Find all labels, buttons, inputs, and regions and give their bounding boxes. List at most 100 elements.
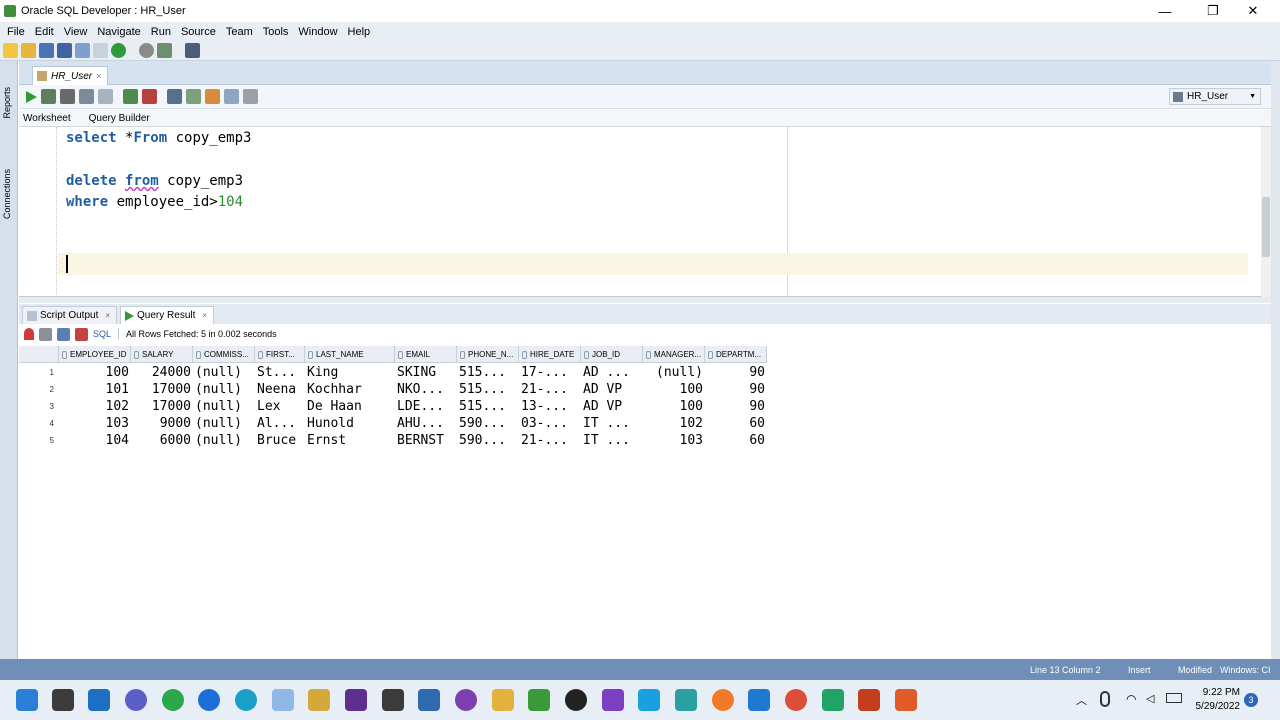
app-icon[interactable] [418, 689, 440, 711]
save-all-icon[interactable] [57, 43, 72, 58]
app-icon[interactable] [675, 689, 697, 711]
sql-editor[interactable]: select *From copy_emp3 delete from copy_… [19, 127, 1261, 297]
sql-tuning-advisor-icon[interactable] [243, 89, 258, 104]
pane-splitter[interactable] [19, 297, 1271, 303]
column-header[interactable]: LAST_NAME [305, 346, 395, 363]
scrollbar-thumb[interactable] [1262, 197, 1270, 257]
connections-tab[interactable]: Connections [2, 169, 16, 219]
minimize-button[interactable]: — [1142, 0, 1188, 22]
reports-tab[interactable]: Reports [2, 87, 16, 119]
print-icon[interactable] [39, 327, 52, 341]
table-row[interactable]: 5 104 6000 (null) Bruce Ernst BERNST 590… [19, 432, 767, 449]
clear-eraser-icon[interactable] [205, 89, 220, 104]
system-clock[interactable]: 9:22 PM 5/29/2022 [1188, 686, 1241, 714]
sql-button[interactable]: SQL [93, 329, 111, 339]
task-view-icon[interactable] [52, 689, 74, 711]
battery-icon[interactable] [1166, 693, 1182, 703]
postman-icon[interactable] [712, 689, 734, 711]
chrome-icon[interactable] [785, 689, 807, 711]
column-header[interactable]: EMAIL [395, 346, 457, 363]
column-header[interactable]: COMMISS... [193, 346, 255, 363]
menu-view[interactable]: View [59, 26, 93, 38]
chevron-up-icon[interactable]: ︿ [1076, 692, 1087, 708]
menu-edit[interactable]: Edit [30, 26, 59, 38]
column-header[interactable]: DEPARTM... [705, 346, 767, 363]
menu-help[interactable]: Help [343, 26, 376, 38]
tab-query-builder[interactable]: Query Builder [85, 113, 164, 124]
table-row[interactable]: 2 101 17000 (null) Neena Kochhar NKO... … [19, 381, 767, 398]
cancel-icon[interactable] [75, 327, 88, 341]
back-icon[interactable] [139, 43, 154, 58]
tab-query-result[interactable]: Query Result × [120, 306, 215, 324]
run-script-icon[interactable] [41, 89, 56, 104]
microphone-icon[interactable] [1100, 691, 1110, 707]
doc-tab-close-icon[interactable]: × [96, 71, 101, 81]
debug-icon[interactable] [157, 43, 172, 58]
sql-tuning-icon[interactable] [98, 89, 113, 104]
menu-window[interactable]: Window [293, 26, 342, 38]
redo-icon[interactable] [93, 43, 108, 58]
maps-icon[interactable] [198, 689, 220, 711]
connection-selector[interactable]: HR_User ▼ [1169, 88, 1261, 105]
menu-source[interactable]: Source [176, 26, 221, 38]
app-icon[interactable] [382, 689, 404, 711]
commit-icon[interactable] [123, 89, 138, 104]
binoculars-icon[interactable] [185, 43, 200, 58]
close-button[interactable]: ✕ [1230, 0, 1276, 22]
autotrace-icon[interactable] [60, 89, 75, 104]
column-header[interactable]: FIRST... [255, 346, 305, 363]
table-row[interactable]: 3 102 17000 (null) Lex De Haan LDE... 51… [19, 398, 767, 415]
column-header[interactable]: SALARY [131, 346, 193, 363]
forward-icon[interactable] [111, 43, 126, 58]
pin-icon[interactable] [24, 328, 34, 340]
file-explorer-icon[interactable] [492, 689, 514, 711]
history-icon[interactable] [224, 89, 239, 104]
new-icon[interactable] [3, 43, 18, 58]
app-icon[interactable] [895, 689, 917, 711]
menu-tools[interactable]: Tools [258, 26, 294, 38]
undo-icon[interactable] [75, 43, 90, 58]
notification-badge[interactable]: 3 [1244, 693, 1258, 707]
close-icon[interactable]: × [105, 311, 110, 320]
column-header[interactable]: MANAGER... [643, 346, 705, 363]
sql-developer-taskbar-icon[interactable] [272, 689, 294, 711]
volume-icon[interactable]: ◁ [1146, 692, 1154, 705]
visual-studio-icon[interactable] [602, 689, 624, 711]
wifi-icon[interactable]: ◠ [1126, 692, 1136, 706]
column-header[interactable]: EMPLOYEE_ID [59, 346, 131, 363]
refresh-icon[interactable] [57, 327, 70, 341]
column-header[interactable]: PHONE_N... [457, 346, 519, 363]
menu-run[interactable]: Run [146, 26, 176, 38]
powerpoint-icon[interactable] [858, 689, 880, 711]
column-header[interactable]: HIRE_DATE [519, 346, 581, 363]
app-icon[interactable] [345, 689, 367, 711]
column-header[interactable]: JOB_ID [581, 346, 643, 363]
table-row[interactable]: 1 100 24000 (null) St... King SKING 515.… [19, 364, 767, 381]
windows-start-icon[interactable] [16, 689, 38, 711]
menu-navigate[interactable]: Navigate [92, 26, 145, 38]
table-row[interactable]: 4 103 9000 (null) Al... Hunold AHU... 59… [19, 415, 767, 432]
vscode-icon[interactable] [748, 689, 770, 711]
doc-tab-hr-user[interactable]: HR_User × [32, 66, 108, 85]
close-icon[interactable]: × [202, 311, 207, 320]
app-icon[interactable] [455, 689, 477, 711]
app-icon[interactable] [162, 689, 184, 711]
run-statement-icon[interactable] [26, 90, 37, 103]
app-icon[interactable] [822, 689, 844, 711]
menu-file[interactable]: File [2, 26, 30, 38]
save-icon[interactable] [39, 43, 54, 58]
app-icon[interactable] [528, 689, 550, 711]
tab-worksheet[interactable]: Worksheet [19, 113, 85, 124]
menu-team[interactable]: Team [221, 26, 258, 38]
rollback-icon[interactable] [142, 89, 157, 104]
tab-script-output[interactable]: Script Output × [22, 306, 118, 324]
widgets-icon[interactable] [88, 689, 110, 711]
format-icon[interactable] [186, 89, 201, 104]
edge-browser-icon[interactable] [235, 689, 257, 711]
editor-vertical-scrollbar[interactable] [1261, 127, 1271, 297]
app-icon[interactable] [308, 689, 330, 711]
unshared-sql-icon[interactable] [167, 89, 182, 104]
open-folder-icon[interactable] [21, 43, 36, 58]
explain-plan-icon[interactable] [79, 89, 94, 104]
github-icon[interactable] [565, 689, 587, 711]
